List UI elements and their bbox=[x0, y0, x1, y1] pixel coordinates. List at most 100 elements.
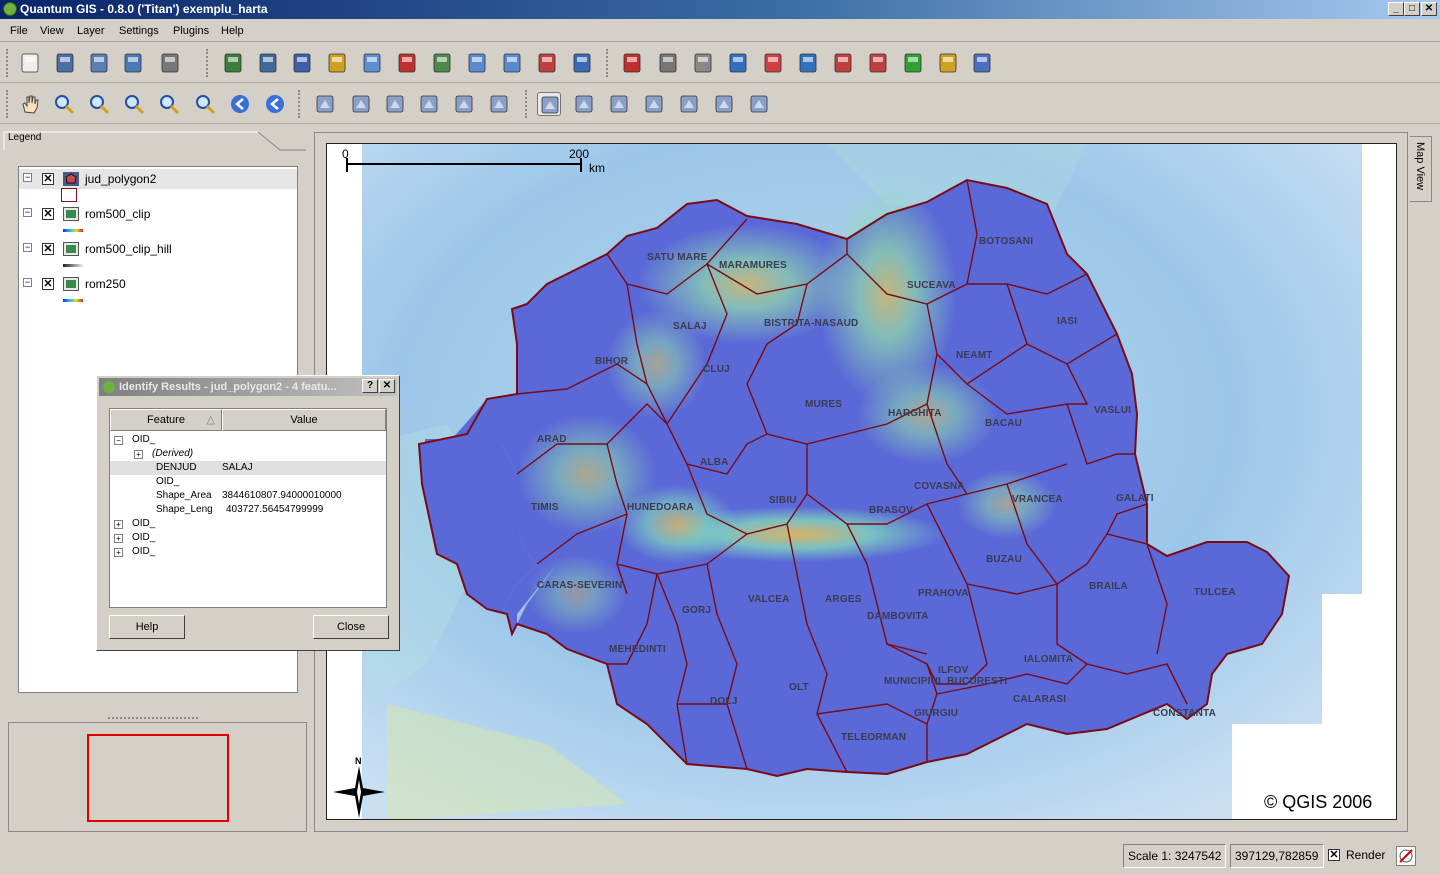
toolbar-grip[interactable] bbox=[606, 49, 610, 77]
zoom-layer-icon[interactable] bbox=[193, 92, 217, 116]
menu-layer[interactable]: Layer bbox=[77, 25, 105, 37]
zoom-full-icon[interactable] bbox=[122, 92, 146, 116]
layer-props-icon[interactable] bbox=[430, 51, 454, 75]
add-ring-icon[interactable] bbox=[761, 51, 785, 75]
merge-icon[interactable] bbox=[452, 92, 476, 116]
reshape-icon[interactable] bbox=[487, 92, 511, 116]
result-row[interactable]: Shape_Area 3844610807.94000010000 bbox=[110, 489, 386, 503]
tree-expander[interactable]: + bbox=[114, 520, 123, 529]
copy-icon[interactable] bbox=[936, 51, 960, 75]
move-vertex-icon[interactable] bbox=[796, 51, 820, 75]
delete-vertex-icon[interactable] bbox=[866, 51, 890, 75]
legend-layer-rom250[interactable]: − ✕ rom250 bbox=[19, 274, 297, 294]
add-postgis-icon[interactable] bbox=[290, 51, 314, 75]
layer-visibility-checkbox[interactable]: ✕ bbox=[42, 173, 54, 185]
help-button[interactable]: Help bbox=[109, 615, 185, 639]
menu-file[interactable]: File bbox=[10, 25, 28, 37]
legend-layer-jud-polygon2[interactable]: − ✕ jud_polygon2 bbox=[19, 169, 297, 189]
zoom-selection-icon[interactable] bbox=[157, 92, 181, 116]
refresh-icon[interactable] bbox=[263, 92, 287, 116]
zoom-in-icon[interactable] bbox=[52, 92, 76, 116]
dialog-close-x-button[interactable]: ✕ bbox=[379, 379, 395, 393]
tree-expander[interactable]: + bbox=[114, 548, 123, 557]
digitize-icon[interactable] bbox=[383, 92, 407, 116]
legend-layer-rom500-clip-hill[interactable]: − ✕ rom500_clip_hill bbox=[19, 239, 297, 259]
dialog-title-bar[interactable]: Identify Results - jud_polygon2 - 4 feat… bbox=[99, 378, 397, 396]
legend-layer-rom500-clip[interactable]: − ✕ rom500_clip bbox=[19, 204, 297, 224]
result-row[interactable]: OID_ bbox=[110, 475, 386, 489]
menu-plugins[interactable]: Plugins bbox=[173, 25, 209, 37]
cut-icon[interactable] bbox=[901, 51, 925, 75]
save-as-icon[interactable] bbox=[87, 51, 111, 75]
layer-visibility-checkbox[interactable]: ✕ bbox=[42, 243, 54, 255]
toolbar-grip[interactable] bbox=[525, 90, 529, 118]
result-row[interactable]: + OID_ bbox=[110, 545, 386, 559]
hide-all-icon[interactable] bbox=[500, 51, 524, 75]
open-project-icon[interactable] bbox=[121, 51, 145, 75]
capture-polygon-icon[interactable] bbox=[656, 51, 680, 75]
result-row[interactable]: + OID_ bbox=[110, 517, 386, 531]
close-window-button[interactable]: ✕ bbox=[1421, 2, 1437, 16]
add-wms-icon[interactable] bbox=[256, 51, 280, 75]
dialog-help-button[interactable]: ? bbox=[362, 379, 378, 393]
result-row[interactable]: − OID_ bbox=[110, 433, 386, 447]
column-header-feature[interactable]: Feature △ bbox=[110, 409, 222, 431]
minimize-button[interactable]: _ bbox=[1388, 2, 1404, 16]
menu-settings[interactable]: Settings bbox=[119, 25, 159, 37]
print-icon[interactable] bbox=[158, 51, 182, 75]
delete-selected-icon[interactable] bbox=[691, 51, 715, 75]
show-all-icon[interactable] bbox=[465, 51, 489, 75]
remove-layer-icon[interactable] bbox=[395, 51, 419, 75]
capture-point-icon[interactable] bbox=[570, 51, 594, 75]
save-project-icon[interactable] bbox=[53, 51, 77, 75]
new-project-icon[interactable] bbox=[18, 51, 42, 75]
menu-view[interactable]: View bbox=[40, 25, 64, 37]
toolbar-grip[interactable] bbox=[298, 90, 302, 118]
collapse-toggle[interactable]: − bbox=[23, 243, 32, 252]
zoom-out-icon[interactable] bbox=[87, 92, 111, 116]
identify-icon[interactable] bbox=[537, 92, 561, 116]
measure-line-icon[interactable] bbox=[642, 92, 666, 116]
splitter-handle[interactable] bbox=[108, 717, 198, 720]
legend-tab[interactable]: Legend bbox=[8, 132, 41, 143]
add-layer-icon[interactable] bbox=[325, 51, 349, 75]
result-row[interactable]: + OID_ bbox=[110, 531, 386, 545]
add-raster2-icon[interactable] bbox=[313, 92, 337, 116]
collapse-toggle[interactable]: − bbox=[23, 173, 32, 182]
add-island-icon[interactable] bbox=[726, 51, 750, 75]
toolbar-grip[interactable] bbox=[206, 49, 210, 77]
new-layer-icon[interactable] bbox=[360, 51, 384, 75]
menu-help[interactable]: Help bbox=[221, 25, 244, 37]
select-icon[interactable] bbox=[572, 92, 596, 116]
add-raster-icon[interactable] bbox=[221, 51, 245, 75]
map-tips-icon[interactable] bbox=[712, 92, 736, 116]
add-vector2-icon[interactable] bbox=[349, 92, 373, 116]
measure-area-icon[interactable] bbox=[677, 92, 701, 116]
pan-icon[interactable] bbox=[18, 92, 42, 116]
attribute-table-icon[interactable] bbox=[607, 92, 631, 116]
result-row[interactable]: Shape_Leng 403727.56454799999 bbox=[110, 503, 386, 517]
paste-icon[interactable] bbox=[970, 51, 994, 75]
layer-visibility-checkbox[interactable]: ✕ bbox=[42, 208, 54, 220]
overview-extent-rectangle[interactable] bbox=[87, 734, 229, 822]
layer-visibility-checkbox[interactable]: ✕ bbox=[42, 278, 54, 290]
tree-expander[interactable]: − bbox=[114, 436, 123, 445]
tree-expander[interactable]: + bbox=[114, 534, 123, 543]
capture-line-icon[interactable] bbox=[620, 51, 644, 75]
tab-map-view[interactable]: Map View bbox=[1410, 136, 1432, 202]
maximize-button[interactable]: □ bbox=[1404, 2, 1420, 16]
tree-expander[interactable]: + bbox=[134, 450, 143, 459]
result-row[interactable]: + (Derived) bbox=[110, 447, 386, 461]
zoom-last-icon[interactable] bbox=[228, 92, 252, 116]
collapse-toggle[interactable]: − bbox=[23, 278, 32, 287]
collapse-toggle[interactable]: − bbox=[23, 208, 32, 217]
result-row[interactable]: DENJUD SALAJ bbox=[110, 461, 386, 475]
toolbar-grip[interactable] bbox=[6, 90, 10, 118]
bookmark-icon[interactable] bbox=[747, 92, 771, 116]
map-canvas[interactable]: 0 200 km N © QGIS 2006 SATU MARE MARAMURE… bbox=[326, 143, 1397, 820]
overview-map[interactable] bbox=[8, 722, 307, 832]
column-header-value[interactable]: Value bbox=[222, 409, 386, 431]
render-checkbox[interactable]: ✕ bbox=[1328, 849, 1340, 861]
toolbar-grip[interactable] bbox=[6, 49, 10, 77]
projection-status-icon[interactable] bbox=[1396, 846, 1416, 866]
